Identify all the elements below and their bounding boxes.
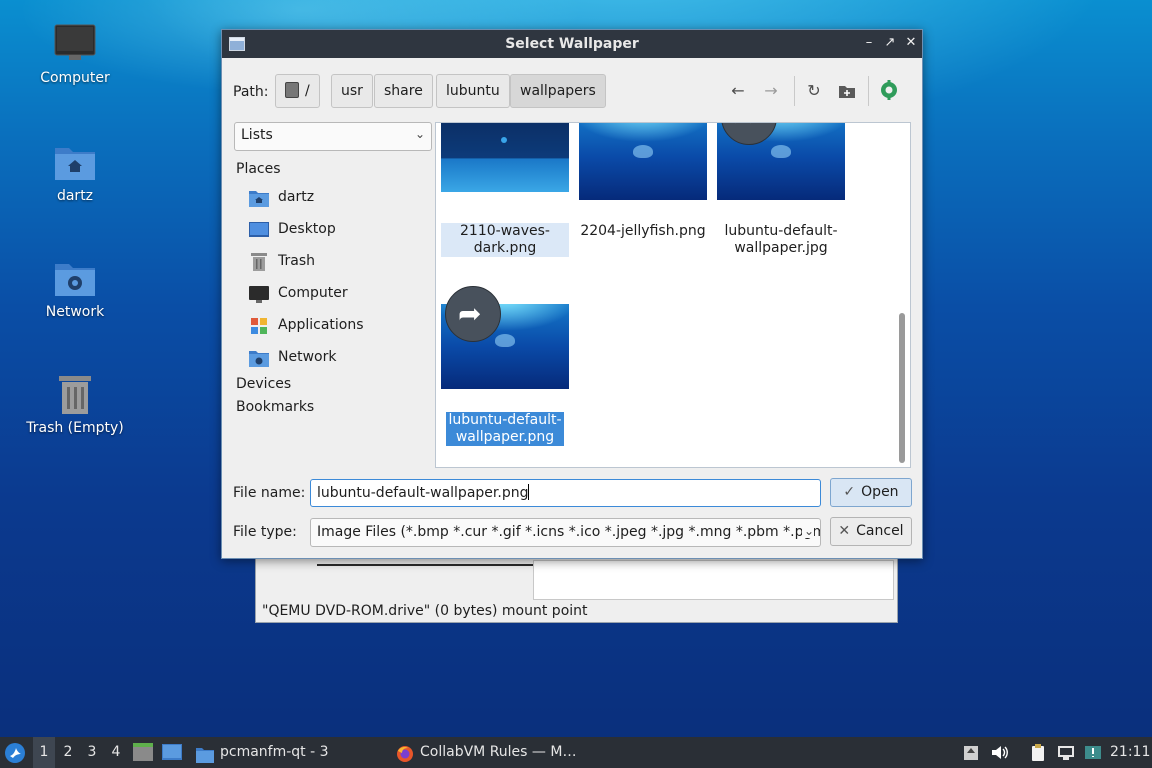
chevron-down-icon: ⌄ bbox=[801, 524, 814, 538]
drive-icon bbox=[285, 82, 299, 98]
status-bar-text: "QEMU DVD-ROM.drive" (0 bytes) mount poi… bbox=[262, 603, 588, 619]
symlink-icon: ➦ bbox=[721, 123, 777, 145]
sidebar-item-computer[interactable]: Computer bbox=[249, 283, 429, 305]
network-folder-icon bbox=[53, 256, 97, 300]
text-caret bbox=[528, 484, 530, 500]
trash-icon bbox=[53, 372, 97, 416]
home-folder-icon bbox=[249, 189, 269, 207]
tray-arrow-icon[interactable] bbox=[962, 744, 980, 761]
file-manager-launcher-icon[interactable] bbox=[133, 737, 155, 768]
home-folder-icon bbox=[53, 140, 97, 184]
bookmarks-heading[interactable]: Bookmarks bbox=[236, 399, 314, 415]
new-folder-icon[interactable] bbox=[836, 80, 858, 102]
path-crumb-usr[interactable]: usr bbox=[331, 74, 373, 108]
clipboard-icon[interactable] bbox=[1029, 744, 1047, 761]
workspace-3[interactable]: 3 bbox=[81, 737, 103, 768]
thumbnail-detail bbox=[771, 145, 791, 158]
desktop-icon-label: Computer bbox=[40, 70, 110, 86]
path-crumb-wallpapers[interactable]: wallpapers bbox=[510, 74, 606, 108]
start-menu-icon[interactable] bbox=[4, 737, 28, 768]
forward-arrow-icon[interactable]: → bbox=[760, 80, 782, 102]
workspace-2[interactable]: 2 bbox=[57, 737, 79, 768]
file-thumbnail-jellyfish[interactable] bbox=[579, 123, 707, 200]
network-folder-icon bbox=[249, 349, 269, 367]
close-icon: ✕ bbox=[838, 523, 851, 539]
desktop-icon-label: Trash (Empty) bbox=[26, 420, 124, 436]
workspace-4[interactable]: 4 bbox=[105, 737, 127, 768]
dialog-title: Select Wallpaper bbox=[505, 36, 639, 52]
view-mode-select[interactable]: Lists ⌄ bbox=[234, 122, 432, 151]
file-type-select[interactable]: Image Files (*.bmp *.cur *.gif *.icns *.… bbox=[310, 518, 821, 547]
clock[interactable]: 21:11 bbox=[1110, 737, 1150, 768]
toolbar-separator bbox=[868, 76, 869, 106]
sidebar-item-network[interactable]: Network bbox=[249, 347, 429, 369]
thumbnail-detail bbox=[495, 334, 515, 347]
folder-icon bbox=[196, 744, 214, 763]
desktop-icon bbox=[249, 221, 269, 239]
sidebar-item-desktop[interactable]: Desktop bbox=[249, 219, 429, 241]
open-button[interactable]: ✓ Open bbox=[830, 478, 912, 507]
path-crumb-share[interactable]: share bbox=[374, 74, 433, 108]
scrollbar-thumb[interactable] bbox=[899, 313, 905, 463]
dialog-titlebar[interactable]: Select Wallpaper – ↗ ✕ bbox=[222, 30, 922, 58]
volume-icon[interactable] bbox=[991, 744, 1009, 761]
desktop-icon-network[interactable]: Network bbox=[20, 256, 130, 320]
select-wallpaper-dialog[interactable]: Select Wallpaper – ↗ ✕ Path: / usr share… bbox=[221, 29, 923, 559]
computer-icon bbox=[249, 285, 269, 303]
monitor-icon bbox=[53, 22, 97, 66]
desktop-icon-computer[interactable]: Computer bbox=[20, 22, 130, 86]
desktop-icon-label: dartz bbox=[56, 188, 94, 204]
file-item-label[interactable]: 2204-jellyfish.png bbox=[579, 223, 707, 240]
thumbnail-detail bbox=[501, 137, 507, 143]
file-list-view[interactable]: 2110-waves-dark.png 2204-jellyfish.png ➦… bbox=[435, 122, 911, 468]
notification-icon[interactable] bbox=[1084, 744, 1102, 761]
chevron-down-icon: ⌄ bbox=[414, 127, 425, 141]
applications-icon bbox=[249, 317, 269, 335]
places-heading[interactable]: Places bbox=[236, 161, 281, 177]
checkmark-icon: ✓ bbox=[843, 484, 856, 500]
file-name-label: File name: bbox=[233, 485, 306, 501]
workspace-1[interactable]: 1 bbox=[33, 737, 55, 768]
minimize-icon[interactable]: – bbox=[861, 35, 877, 51]
show-desktop-icon[interactable] bbox=[162, 737, 184, 768]
path-crumb-lubuntu[interactable]: lubuntu bbox=[436, 74, 510, 108]
file-name-input[interactable]: lubuntu-default-wallpaper.png bbox=[310, 479, 821, 507]
network-status-icon[interactable] bbox=[1057, 744, 1075, 761]
open-file-manager-icon[interactable] bbox=[878, 80, 900, 102]
toolbar-separator bbox=[794, 76, 795, 106]
maximize-icon[interactable]: ↗ bbox=[882, 35, 898, 51]
file-thumbnail-waves[interactable] bbox=[441, 123, 569, 192]
taskbar-task-pcmanfm[interactable]: pcmanfm-qt - 3 windo… bbox=[194, 737, 386, 768]
symlink-icon: ➦ bbox=[445, 286, 501, 342]
desktop-icon-home[interactable]: dartz bbox=[20, 140, 130, 204]
desktop-icon-label: Network bbox=[45, 304, 105, 320]
taskbar-task-firefox[interactable]: CollabVM Rules — M… bbox=[394, 737, 586, 768]
sidebar-item-applications[interactable]: Applications bbox=[249, 315, 429, 337]
file-item-label-selected[interactable]: lubuntu-default-wallpaper.png bbox=[446, 412, 564, 446]
path-crumb-root[interactable]: / bbox=[275, 74, 320, 108]
trash-icon bbox=[249, 253, 269, 271]
close-icon[interactable]: ✕ bbox=[903, 35, 919, 51]
reload-icon[interactable]: ↻ bbox=[803, 80, 825, 102]
cancel-button[interactable]: ✕ Cancel bbox=[830, 517, 912, 546]
desktop-icon-trash[interactable]: Trash (Empty) bbox=[20, 372, 130, 436]
file-item-label[interactable]: lubuntu-default-wallpaper.jpg bbox=[717, 223, 845, 257]
taskbar: 1 2 3 4 pcmanfm-qt - 3 windo… CollabVM R… bbox=[0, 737, 1152, 768]
background-window-pane bbox=[533, 560, 894, 600]
file-item-label[interactable]: 2110-waves-dark.png bbox=[441, 223, 569, 257]
file-thumbnail-default-jpg[interactable]: ➦ bbox=[717, 123, 845, 200]
path-label: Path: bbox=[233, 84, 269, 100]
back-arrow-icon[interactable]: ← bbox=[727, 80, 749, 102]
thumbnail-detail bbox=[633, 145, 653, 158]
devices-heading[interactable]: Devices bbox=[236, 376, 291, 392]
sidebar-item-trash[interactable]: Trash bbox=[249, 251, 429, 273]
sidebar-item-dartz[interactable]: dartz bbox=[249, 187, 429, 209]
file-type-label: File type: bbox=[233, 524, 297, 540]
background-file-manager-window[interactable]: "QEMU DVD-ROM.drive" (0 bytes) mount poi… bbox=[255, 555, 898, 623]
firefox-icon bbox=[396, 744, 414, 762]
